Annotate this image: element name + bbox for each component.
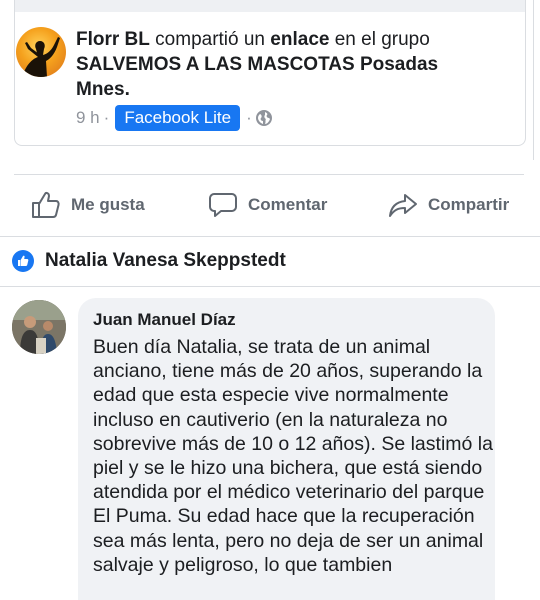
- commenter-avatar[interactable]: [12, 300, 66, 354]
- section-divider: [0, 286, 540, 287]
- comment-label: Comentar: [248, 195, 328, 214]
- card-top-strip: [15, 0, 525, 12]
- liker-name[interactable]: Natalia Vanesa Skeppstedt: [45, 250, 286, 272]
- post-action-bar: Me gusta Comentar Compartir: [0, 180, 540, 230]
- comment-bubble-icon: [209, 193, 237, 217]
- thumbs-up-icon: [12, 250, 34, 272]
- share-arrow-icon: [389, 194, 417, 217]
- section-divider: [0, 236, 540, 237]
- comment-button[interactable]: Comentar: [208, 180, 327, 230]
- sharer-avatar-silhouette: [22, 37, 60, 77]
- meta-separator: ·: [246, 108, 252, 127]
- share-button[interactable]: Compartir: [388, 180, 509, 230]
- divider: [14, 174, 524, 175]
- meta-separator: ·: [103, 108, 110, 127]
- comment-author-name[interactable]: Juan Manuel Díaz: [93, 310, 236, 330]
- right-edge-card: [533, 0, 540, 160]
- comment-text: Buen día Natalia, se trata de un animal …: [93, 336, 493, 576]
- group-prefix-text: en el grupo: [329, 29, 430, 50]
- post-meta: 9 h · Facebook Lite ·: [76, 104, 272, 132]
- thumbs-up-outline-icon: [32, 191, 60, 218]
- globe-icon: [255, 110, 272, 126]
- post-timestamp[interactable]: 9 h: [76, 108, 100, 128]
- share-action-text: compartió un: [149, 29, 271, 50]
- like-label: Me gusta: [71, 195, 145, 214]
- group-name-link[interactable]: SALVEMOS A LAS MASCOTAS Posadas Mnes.: [76, 54, 438, 100]
- share-headline: Florr BL compartió un enlace en el grupo…: [76, 27, 496, 102]
- like-button[interactable]: Me gusta: [31, 180, 145, 230]
- link-word[interactable]: enlace: [270, 29, 329, 50]
- likers-row[interactable]: Natalia Vanesa Skeppstedt: [12, 248, 286, 274]
- comment-bubble[interactable]: Juan Manuel Díaz Buen día Natalia, se tr…: [78, 298, 495, 600]
- source-badge: Facebook Lite: [115, 105, 241, 131]
- sharer-name-link[interactable]: Florr BL: [76, 29, 150, 50]
- share-label: Compartir: [428, 195, 510, 214]
- commenter-photo: [12, 300, 66, 354]
- sharer-avatar[interactable]: [16, 27, 66, 77]
